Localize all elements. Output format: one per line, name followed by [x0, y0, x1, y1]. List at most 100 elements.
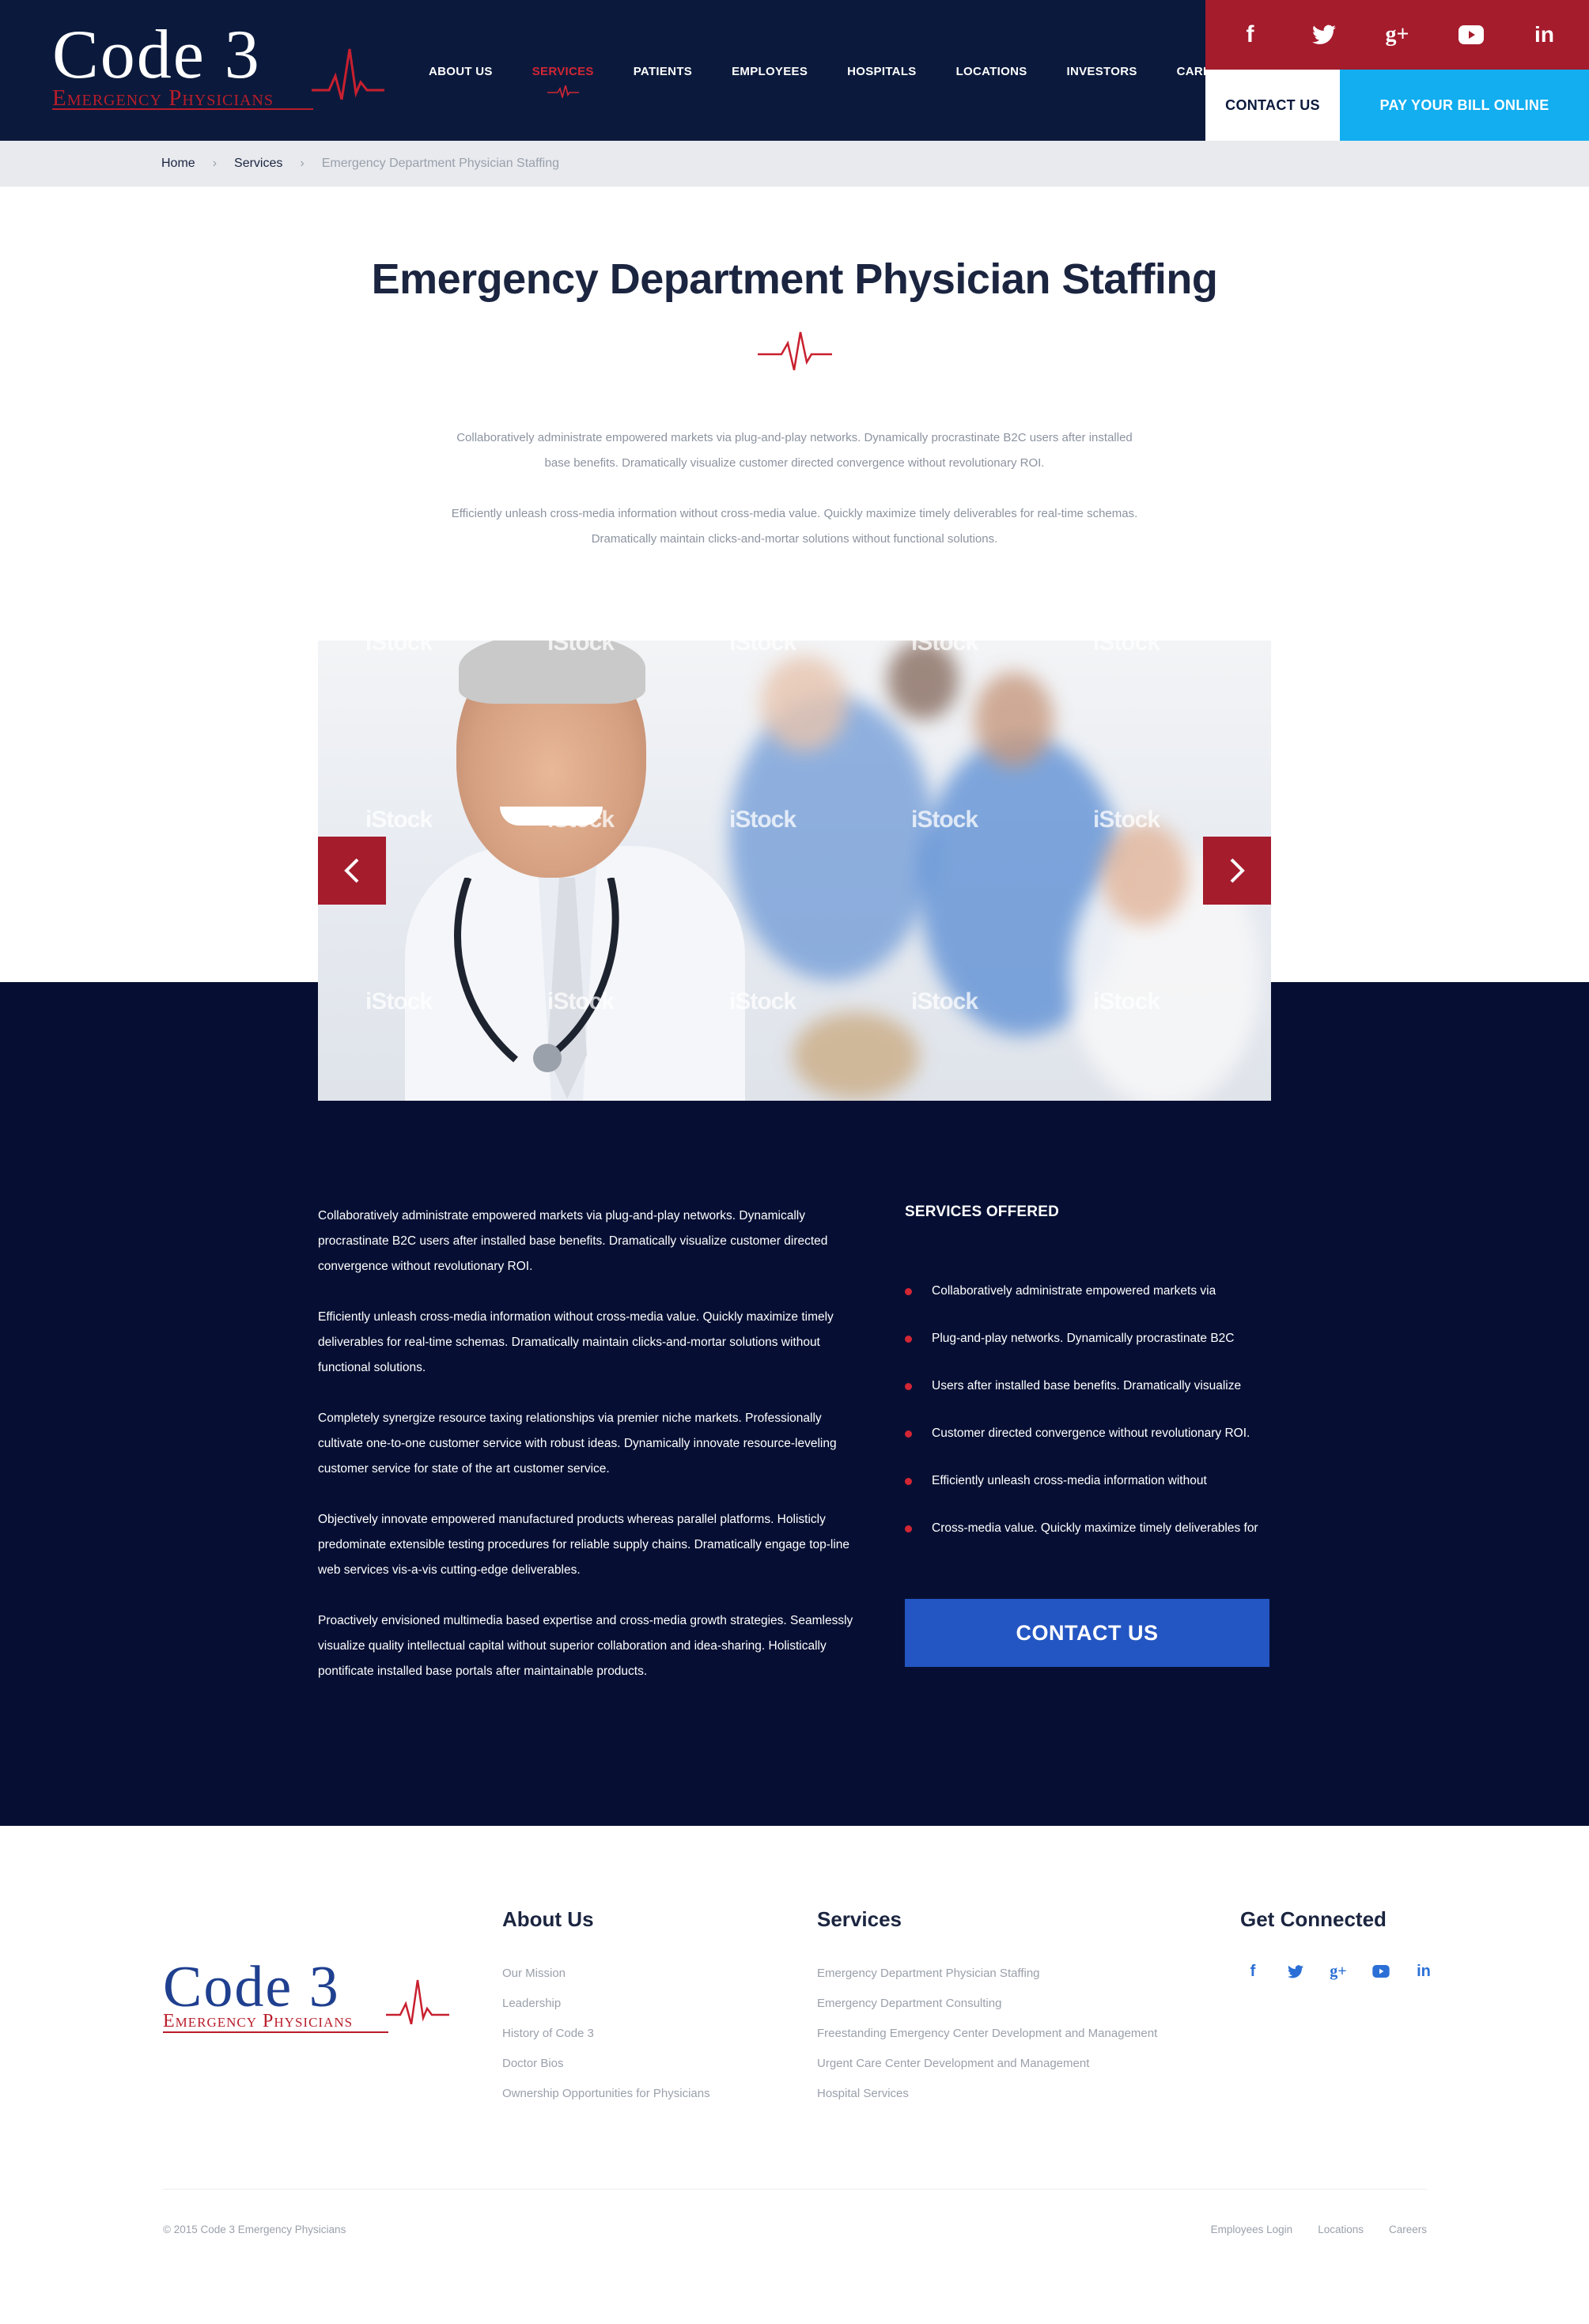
intro-paragraph: Efficiently unleash cross-media informat… [451, 507, 1138, 546]
watermark: iStock [365, 807, 433, 833]
twitter-icon[interactable] [1283, 1959, 1308, 1984]
intro-paragraph: Collaboratively administrate empowered m… [456, 431, 1133, 470]
list-item: Efficiently unleash cross-media informat… [905, 1469, 1284, 1517]
logo-underline [52, 108, 313, 110]
nav-investors[interactable]: INVESTORS [1067, 65, 1137, 84]
pay-bill-button[interactable]: PAY YOUR BILL ONLINE [1340, 70, 1589, 141]
facebook-icon[interactable]: f [1240, 1959, 1266, 1984]
footer-link[interactable]: Ownership Opportunities for Physicians [502, 2079, 710, 2109]
image-slider[interactable]: iStock iStock iStock iStock iStock iStoc… [318, 641, 1271, 1101]
description-paragraph: Collaboratively administrate empowered m… [318, 1209, 828, 1273]
breadcrumb-home[interactable]: Home [161, 157, 195, 171]
page-title: Emergency Department Physician Staffing [371, 255, 1218, 303]
footer-link[interactable]: Urgent Care Center Development and Manag… [817, 2049, 1157, 2079]
nav-patients[interactable]: PATIENTS [634, 65, 692, 84]
watermark: iStock [1093, 641, 1160, 656]
nav-services[interactable]: SERVICES [532, 65, 594, 98]
footer-link[interactable]: Our Mission [502, 1959, 710, 1989]
breadcrumb-current: Emergency Department Physician Staffing [321, 157, 559, 170]
intro-text: Collaboratively administrate empowered m… [443, 425, 1146, 577]
active-pulse-icon [547, 85, 579, 98]
bullet-icon [905, 1478, 912, 1485]
header-contact-button[interactable]: CONTACT US [1205, 70, 1340, 141]
chevron-right-icon: › [212, 157, 218, 170]
footer-link[interactable]: Leadership [502, 1989, 710, 2019]
list-item: Plug-and-play networks. Dynamically proc… [905, 1327, 1284, 1374]
header-social-bar: f g+ in [1205, 0, 1589, 70]
slider-image-bg [793, 1012, 919, 1099]
list-item: Customer directed convergence without re… [905, 1422, 1284, 1469]
footer-locations-link[interactable]: Locations [1318, 2224, 1364, 2235]
watermark: iStock [547, 641, 615, 656]
description-paragraph: Completely synergize resource taxing rel… [318, 1411, 837, 1476]
services-offered-list: Collaboratively administrate empowered m… [905, 1279, 1284, 1564]
google-plus-icon[interactable]: g+ [1326, 1959, 1351, 1984]
youtube-icon[interactable] [1368, 1959, 1394, 1984]
footer-connect-column: Get Connected f g+ in [1240, 1907, 1436, 1984]
breadcrumb: Home › Services › Emergency Department P… [0, 141, 1589, 187]
footer-services-heading: Services [817, 1907, 902, 1931]
watermark: iStock [729, 641, 796, 656]
slider-prev-button[interactable] [318, 837, 386, 905]
footer-about-column: About Us Our Mission Leadership History … [502, 1907, 710, 2109]
footer-link[interactable]: Emergency Department Physician Staffing [817, 1959, 1157, 1989]
youtube-icon[interactable] [1454, 17, 1489, 52]
breadcrumb-services[interactable]: Services [234, 157, 282, 171]
watermark: iStock [911, 988, 978, 1015]
footer-link[interactable]: Emergency Department Consulting [817, 1989, 1157, 2019]
site-logo[interactable]: Code 3 Emergency Physicians [52, 21, 384, 115]
nav-locations[interactable]: LOCATIONS [956, 65, 1027, 84]
linkedin-icon[interactable]: in [1411, 1959, 1436, 1984]
footer-services-column: Services Emergency Department Physician … [817, 1907, 1157, 2109]
footer-logo[interactable]: Code 3 Emergency Physicians [163, 1955, 449, 2033]
logo-subtitle: Emergency Physicians [163, 2011, 354, 2031]
contact-us-button[interactable]: CONTACT US [905, 1599, 1269, 1667]
description-paragraph: Objectively innovate empowered manufactu… [318, 1513, 850, 1577]
bullet-icon [905, 1288, 912, 1295]
footer-about-heading: About Us [502, 1907, 594, 1931]
watermark: iStock [911, 807, 978, 833]
watermark: iStock [547, 988, 615, 1015]
linkedin-icon[interactable]: in [1527, 17, 1562, 52]
slider-image-bg [1101, 822, 1188, 925]
footer-link[interactable]: History of Code 3 [502, 2019, 710, 2049]
service-description: Collaboratively administrate empowered m… [318, 1204, 864, 1710]
stethoscope-icon [454, 878, 619, 1072]
description-paragraph: Proactively envisioned multimedia based … [318, 1614, 853, 1678]
services-offered-heading: SERVICES OFFERED [905, 1204, 1059, 1220]
facebook-icon[interactable]: f [1233, 17, 1268, 52]
nav-hospitals[interactable]: HOSPITALS [847, 65, 916, 84]
footer-link[interactable]: Hospital Services [817, 2079, 1157, 2109]
chevron-right-icon: › [300, 157, 305, 170]
footer-bottom-links: Employees Login Locations Careers [1211, 2224, 1427, 2235]
logo-wordmark: Code 3 [163, 1955, 340, 2020]
watermark: iStock [1093, 988, 1160, 1015]
footer-connect-heading: Get Connected [1240, 1907, 1387, 1931]
watermark: iStock [365, 988, 433, 1015]
watermark: iStock [365, 641, 433, 656]
watermark: iStock [547, 807, 615, 833]
google-plus-icon[interactable]: g+ [1380, 17, 1415, 52]
list-item: Users after installed base benefits. Dra… [905, 1374, 1284, 1422]
footer-link[interactable]: Freestanding Emergency Center Developmen… [817, 2019, 1157, 2049]
nav-employees[interactable]: EMPLOYEES [732, 65, 808, 84]
slider-image-bg [974, 672, 1054, 767]
nav-about-us[interactable]: ABOUT US [429, 65, 493, 84]
bullet-icon [905, 1525, 912, 1532]
footer-employees-login-link[interactable]: Employees Login [1211, 2224, 1293, 2235]
footer-link[interactable]: Doctor Bios [502, 2049, 710, 2079]
logo-underline [163, 2031, 388, 2033]
description-paragraph: Efficiently unleash cross-media informat… [318, 1310, 834, 1374]
chevron-left-icon [344, 858, 359, 883]
logo-wordmark: Code 3 [52, 17, 261, 93]
watermark: iStock [729, 988, 796, 1015]
site-header: Code 3 Emergency Physicians ABOUT US SER… [0, 0, 1589, 141]
twitter-icon[interactable] [1307, 17, 1341, 52]
slider-image-bg [761, 656, 848, 751]
copyright: © 2015 Code 3 Emergency Physicians [163, 2224, 346, 2235]
bullet-icon [905, 1383, 912, 1390]
slider-next-button[interactable] [1203, 837, 1271, 905]
footer-careers-link[interactable]: Careers [1389, 2224, 1427, 2235]
heartbeat-icon [386, 1979, 449, 2024]
footer-social-icons: f g+ in [1240, 1959, 1436, 1984]
